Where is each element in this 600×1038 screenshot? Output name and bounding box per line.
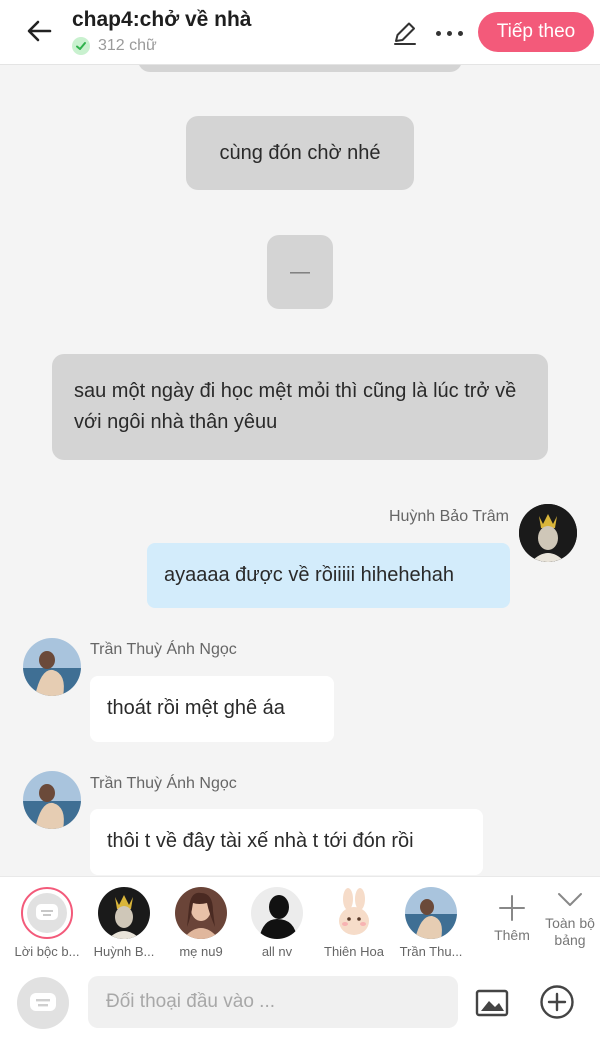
character-label: all nv bbox=[261, 944, 293, 959]
narration-bubble-partial bbox=[138, 64, 462, 72]
add-button[interactable] bbox=[539, 984, 575, 1020]
word-count-text: 312 chữ bbox=[98, 37, 157, 54]
arrow-left-icon bbox=[27, 20, 52, 42]
character-label: Huỳnh B... bbox=[93, 944, 155, 959]
chevron-down-icon bbox=[558, 893, 582, 906]
add-label: Thêm bbox=[494, 927, 530, 943]
add-character-button[interactable]: Thêm bbox=[484, 893, 540, 944]
show-all-button[interactable]: Toàn bộ bảng bbox=[542, 887, 598, 949]
avatar-image-icon bbox=[98, 887, 150, 939]
avatar-image-icon bbox=[23, 638, 81, 696]
chat-bubble-icon bbox=[30, 993, 56, 1011]
character-label: Lời bộc b... bbox=[14, 944, 80, 959]
character-label: mẹ nu9 bbox=[179, 944, 223, 959]
bunny-icon bbox=[339, 888, 369, 935]
word-count: 312 chữ bbox=[72, 37, 157, 55]
edit-button[interactable] bbox=[390, 18, 420, 48]
character-item[interactable]: all nv bbox=[239, 887, 315, 959]
avatar-image-icon bbox=[175, 887, 227, 939]
plus-circle-icon bbox=[540, 985, 574, 1019]
dot-icon bbox=[446, 30, 452, 36]
speaker-name: Trần Thuỳ Ánh Ngọc bbox=[90, 775, 237, 792]
dot-icon bbox=[457, 30, 463, 36]
character-item[interactable]: mẹ nu9 bbox=[163, 887, 239, 959]
character-item[interactable]: Trần Thu... bbox=[393, 887, 469, 959]
avatar-image-icon bbox=[23, 771, 81, 829]
image-icon bbox=[475, 989, 509, 1017]
character-narration[interactable]: Lời bộc b... bbox=[9, 887, 85, 959]
avatar[interactable] bbox=[23, 771, 81, 829]
dialogue-input[interactable] bbox=[88, 976, 458, 1028]
character-label: Thiên Hoa bbox=[324, 944, 384, 959]
character-item[interactable]: Huỳnh B... bbox=[86, 887, 162, 959]
avatar[interactable] bbox=[519, 504, 577, 562]
character-avatar bbox=[98, 887, 150, 939]
back-button[interactable] bbox=[22, 14, 56, 48]
narration-bubble: sau một ngày đi học mệt mỏi thì cũng là … bbox=[52, 354, 548, 460]
avatar-image-icon bbox=[405, 887, 457, 939]
narration-bubble: — bbox=[267, 235, 333, 309]
dot-icon bbox=[435, 30, 441, 36]
narration-bubble: cùng đón chờ nhé bbox=[186, 116, 414, 190]
speaker-name: Trần Thuỳ Ánh Ngọc bbox=[90, 641, 237, 658]
character-avatar bbox=[405, 887, 457, 939]
character-avatar bbox=[328, 887, 380, 939]
chapter-title: chap4:chở về nhà bbox=[72, 8, 252, 31]
character-avatar bbox=[175, 887, 227, 939]
insert-image-button[interactable] bbox=[475, 988, 509, 1018]
message-bubble-other: thoát rồi mệt ghê áa bbox=[90, 676, 334, 742]
more-options-button[interactable] bbox=[430, 18, 468, 48]
check-icon bbox=[72, 37, 90, 55]
narration-toggle-button[interactable] bbox=[17, 977, 69, 1029]
character-label: Trần Thu... bbox=[399, 944, 463, 959]
message-bubble-self: ayaaaa được về rồiiiii hihehehah bbox=[147, 543, 510, 608]
character-selector: Lời bộc b... Huỳnh B... mẹ nu9 all nv Th… bbox=[0, 876, 600, 967]
chat-bubble-icon bbox=[36, 904, 58, 920]
plus-icon bbox=[499, 895, 525, 921]
character-item[interactable]: Thiên Hoa bbox=[316, 887, 392, 959]
avatar[interactable] bbox=[23, 638, 81, 696]
character-avatar bbox=[251, 887, 303, 939]
message-bubble-other: thôi t về đây tài xế nhà t tới đón rồi bbox=[90, 809, 483, 875]
show-all-label: Toàn bộ bảng bbox=[545, 915, 595, 948]
input-bar bbox=[0, 966, 600, 1038]
next-button[interactable]: Tiếp theo bbox=[478, 12, 594, 52]
avatar-image-icon bbox=[519, 504, 577, 562]
silhouette-icon bbox=[251, 887, 303, 939]
top-bar: chap4:chở về nhà 312 chữ Tiếp theo bbox=[0, 0, 600, 65]
chat-area[interactable]: cùng đón chờ nhé — sau một ngày đi học m… bbox=[0, 64, 600, 876]
narration-avatar bbox=[21, 887, 73, 939]
pencil-icon bbox=[394, 22, 416, 45]
speaker-name: Huỳnh Bảo Trâm bbox=[388, 508, 509, 525]
